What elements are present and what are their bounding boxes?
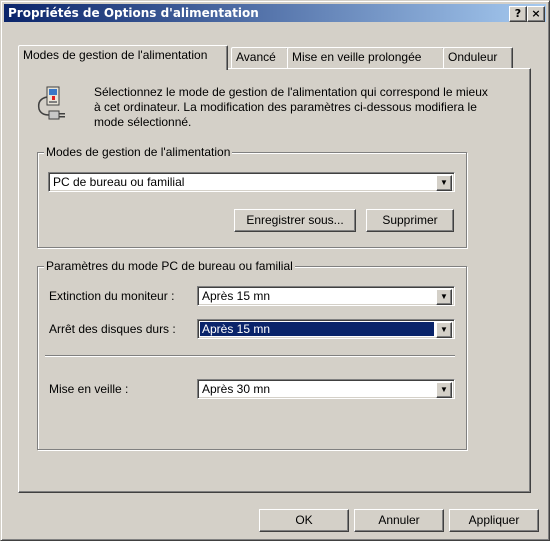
monitor-off-label: Extinction du moniteur : bbox=[49, 289, 175, 303]
save-as-button[interactable]: Enregistrer sous... bbox=[234, 209, 356, 232]
apply-button[interactable]: Appliquer bbox=[449, 509, 539, 532]
monitor-off-value: Après 15 mn bbox=[202, 289, 271, 303]
standby-value: Après 30 mn bbox=[202, 382, 271, 396]
cancel-button[interactable]: Annuler bbox=[354, 509, 444, 532]
power-schemes-group-title: Modes de gestion de l'alimentation bbox=[44, 145, 233, 159]
tab-advanced[interactable]: Avancé bbox=[231, 47, 289, 68]
standby-label: Mise en veille : bbox=[49, 382, 129, 396]
chevron-down-icon[interactable]: ▼ bbox=[436, 175, 452, 191]
tab-hibernate[interactable]: Mise en veille prolongée bbox=[287, 47, 445, 68]
chevron-down-icon[interactable]: ▼ bbox=[436, 322, 452, 338]
disks-off-value: Après 15 mn bbox=[200, 322, 434, 336]
disks-off-dropdown[interactable]: Après 15 mn ▼ bbox=[197, 319, 455, 339]
tab-ups[interactable]: Onduleur bbox=[443, 47, 513, 68]
description-text: Sélectionnez le mode de gestion de l'ali… bbox=[94, 85, 488, 129]
power-plug-icon bbox=[37, 86, 65, 120]
title-bar[interactable]: Propriétés de Options d'alimentation ? × bbox=[4, 4, 546, 22]
close-button[interactable]: × bbox=[527, 6, 545, 22]
help-button[interactable]: ? bbox=[509, 6, 527, 22]
power-schemes-group: Modes de gestion de l'alimentation bbox=[37, 145, 467, 248]
power-scheme-dropdown[interactable]: PC de bureau ou familial ▼ bbox=[48, 172, 455, 192]
delete-button[interactable]: Supprimer bbox=[366, 209, 454, 232]
tab-power-schemes[interactable]: Modes de gestion de l'alimentation bbox=[18, 45, 228, 70]
separator bbox=[45, 355, 455, 357]
ok-button[interactable]: OK bbox=[259, 509, 349, 532]
standby-dropdown[interactable]: Après 30 mn ▼ bbox=[197, 379, 455, 399]
window-title: Propriétés de Options d'alimentation bbox=[8, 6, 259, 20]
power-options-dialog: Propriétés de Options d'alimentation ? ×… bbox=[0, 0, 550, 541]
disks-off-label: Arrêt des disques durs : bbox=[49, 322, 176, 336]
scheme-settings-group-title: Paramètres du mode PC de bureau ou famil… bbox=[44, 259, 295, 273]
chevron-down-icon[interactable]: ▼ bbox=[436, 289, 452, 305]
chevron-down-icon[interactable]: ▼ bbox=[436, 382, 452, 398]
monitor-off-dropdown[interactable]: Après 15 mn ▼ bbox=[197, 286, 455, 306]
power-scheme-value: PC de bureau ou familial bbox=[53, 175, 185, 189]
